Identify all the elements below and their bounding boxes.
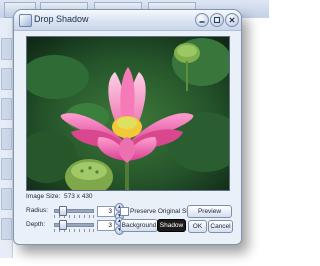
image-size-value: 573 x 430 [64, 193, 93, 200]
window-app-icon [19, 14, 32, 27]
background-app-sidebar [0, 18, 13, 258]
lotus-photo [27, 37, 229, 190]
radius-slider-thumb[interactable] [59, 206, 67, 216]
depth-input[interactable]: 3 [97, 220, 115, 231]
drop-shadow-dialog: Drop Shadow Image Size: 573 x 430 Radius… [13, 9, 242, 245]
radius-input[interactable]: 3 [97, 206, 115, 217]
depth-slider-thumb[interactable] [59, 220, 67, 230]
ok-button[interactable]: OK [188, 220, 207, 233]
image-preview [26, 36, 230, 191]
title-bar[interactable]: Drop Shadow [14, 10, 241, 31]
preserve-size-label: Preserve Original Size [130, 208, 195, 215]
background-color-button[interactable]: Background [120, 219, 158, 232]
preserve-size-checkbox[interactable] [120, 207, 129, 216]
close-icon[interactable] [225, 13, 239, 27]
shadow-color-button[interactable]: Shadow [157, 219, 186, 232]
window-title: Drop Shadow [34, 14, 89, 24]
radius-label: Radius: [26, 207, 49, 214]
minimize-icon[interactable] [195, 13, 209, 27]
maximize-icon[interactable] [210, 13, 224, 27]
depth-label: Depth: [26, 221, 46, 228]
cancel-button[interactable]: Cancel [208, 220, 233, 233]
preview-button[interactable]: Preview [187, 205, 232, 218]
image-size-label: Image Size: [26, 193, 61, 200]
